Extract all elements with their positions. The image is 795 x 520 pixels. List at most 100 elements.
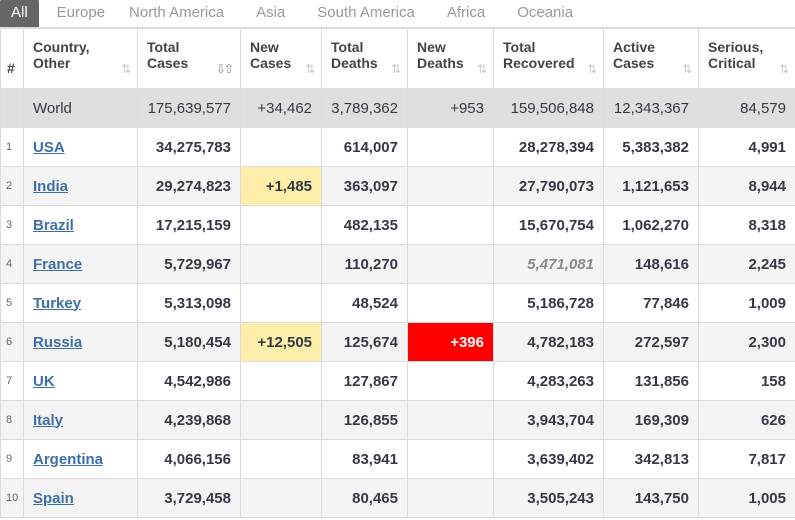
sort-icon[interactable]: ⇅	[477, 62, 487, 76]
total-cases-cell: 3,729,458	[137, 478, 241, 518]
total-deaths-cell: 363,097	[321, 166, 408, 206]
sort-icon[interactable]: ⇅	[121, 62, 131, 76]
total-cases-cell: 5,313,098	[137, 283, 241, 323]
table-row: 10 Spain 3,729,458 80,465 3,505,243 143,750 1,…	[0, 478, 795, 518]
serious-critical-cell: 626	[698, 400, 795, 440]
new-deaths-cell	[407, 127, 494, 167]
header-new-cases[interactable]: New Cases ⇅	[240, 28, 322, 89]
total-deaths-cell: 110,270	[321, 244, 408, 284]
header-serious-critical[interactable]: Serious, Critical ⇅	[698, 28, 795, 89]
total-cases-cell: 4,066,156	[137, 439, 241, 479]
serious-critical-cell: 7,817	[698, 439, 795, 479]
new-deaths-cell	[407, 166, 494, 206]
new-cases-cell	[240, 439, 322, 479]
total-cases-cell: 4,239,868	[137, 400, 241, 440]
new-deaths-cell	[407, 244, 494, 284]
active-cases-cell: 1,121,653	[603, 166, 699, 206]
new-cases-cell	[240, 283, 322, 323]
total-cases-cell: 5,729,967	[137, 244, 241, 284]
serious-critical-cell: 8,318	[698, 205, 795, 245]
tab-africa[interactable]: Africa	[437, 0, 495, 27]
country-link[interactable]: Russia	[33, 334, 82, 351]
country-link[interactable]: France	[33, 256, 82, 273]
total-cases-cell: 5,180,454	[137, 322, 241, 362]
country-cell: Spain	[23, 478, 138, 518]
active-cases-cell: 1,062,270	[603, 205, 699, 245]
serious-critical-cell: 2,300	[698, 322, 795, 362]
total-deaths-cell: 482,135	[321, 205, 408, 245]
sort-icon[interactable]: ⇅	[587, 62, 597, 76]
active-cases-cell: 169,309	[603, 400, 699, 440]
header-new-deaths[interactable]: New Deaths ⇅	[407, 28, 494, 89]
total-recovered-cell: 3,505,243	[493, 478, 604, 518]
total-cases-cell: 34,275,783	[137, 127, 241, 167]
serious-critical-cell: 1,005	[698, 478, 795, 518]
country-cell: Russia	[23, 322, 138, 362]
new-deaths-cell	[407, 478, 494, 518]
new-cases-cell	[240, 205, 322, 245]
new-cases-cell: +12,505	[240, 322, 322, 362]
sort-icon[interactable]: ⇅	[682, 62, 692, 76]
total-recovered-cell: 159,506,848	[493, 88, 604, 128]
table-row: 2 India 29,274,823 +1,485 363,097 27,790,073 1…	[0, 166, 795, 206]
table-row: 5 Turkey 5,313,098 48,524 5,186,728 77,846 1,0…	[0, 283, 795, 323]
tab-south-america[interactable]: South America	[307, 0, 425, 27]
tab-oceania[interactable]: Oceania	[507, 0, 583, 27]
table-row: 9 Argentina 4,066,156 83,941 3,639,402 342,81…	[0, 439, 795, 479]
country-link[interactable]: UK	[33, 373, 55, 390]
total-deaths-cell: 126,855	[321, 400, 408, 440]
total-recovered-cell: 3,943,704	[493, 400, 604, 440]
tab-europe[interactable]: Europe	[47, 0, 115, 27]
country-link[interactable]: Italy	[33, 412, 63, 429]
sort-icon[interactable]: ⇅	[391, 62, 401, 76]
tab-north-america[interactable]: North America	[119, 0, 234, 27]
new-cases-cell: +1,485	[240, 166, 322, 206]
country-cell: UK	[23, 361, 138, 401]
total-cases-cell: 175,639,577	[137, 88, 241, 128]
row-index: 7	[0, 361, 24, 401]
total-recovered-cell: 28,278,394	[493, 127, 604, 167]
country-cell: Turkey	[23, 283, 138, 323]
total-cases-cell: 29,274,823	[137, 166, 241, 206]
active-cases-cell: 148,616	[603, 244, 699, 284]
country-link[interactable]: Brazil	[33, 217, 74, 234]
new-deaths-cell	[407, 400, 494, 440]
active-cases-cell: 12,343,367	[603, 88, 699, 128]
row-index	[0, 88, 24, 128]
new-cases-cell	[240, 478, 322, 518]
country-link[interactable]: India	[33, 178, 68, 195]
country-link[interactable]: Argentina	[33, 451, 103, 468]
country-link[interactable]: Turkey	[33, 295, 81, 312]
tab-all[interactable]: All	[0, 0, 39, 27]
total-cases-cell: 17,215,159	[137, 205, 241, 245]
new-cases-cell	[240, 244, 322, 284]
country-cell: Italy	[23, 400, 138, 440]
header-row: # Country, Other ⇅ Total Cases ⇩⇧ New Cases ⇅ …	[0, 28, 795, 89]
tab-asia[interactable]: Asia	[246, 0, 295, 27]
total-recovered-cell: 27,790,073	[493, 166, 604, 206]
header-country[interactable]: Country, Other ⇅	[23, 28, 138, 89]
header-index: #	[0, 28, 24, 89]
serious-critical-cell: 2,245	[698, 244, 795, 284]
country-name: World	[23, 88, 138, 128]
sort-desc-icon[interactable]: ⇩⇧	[216, 62, 234, 76]
new-cases-cell	[240, 400, 322, 440]
total-cases-cell: 4,542,986	[137, 361, 241, 401]
header-active-cases[interactable]: Active Cases ⇅	[603, 28, 699, 89]
new-deaths-cell: +953	[407, 88, 494, 128]
serious-critical-cell: 8,944	[698, 166, 795, 206]
country-link[interactable]: USA	[33, 139, 65, 156]
sort-icon[interactable]: ⇅	[305, 62, 315, 76]
covid-stats-table: # Country, Other ⇅ Total Cases ⇩⇧ New Cases ⇅ …	[0, 28, 795, 518]
new-deaths-cell	[407, 283, 494, 323]
row-index: 9	[0, 439, 24, 479]
total-recovered-cell: 4,782,183	[493, 322, 604, 362]
header-total-recovered[interactable]: Total Recovered ⇅	[493, 28, 604, 89]
sort-icon[interactable]: ⇅	[779, 62, 789, 76]
header-total-deaths[interactable]: Total Deaths ⇅	[321, 28, 408, 89]
active-cases-cell: 342,813	[603, 439, 699, 479]
header-total-cases[interactable]: Total Cases ⇩⇧	[137, 28, 241, 89]
total-recovered-cell: 5,186,728	[493, 283, 604, 323]
row-index: 8	[0, 400, 24, 440]
country-link[interactable]: Spain	[33, 490, 74, 507]
